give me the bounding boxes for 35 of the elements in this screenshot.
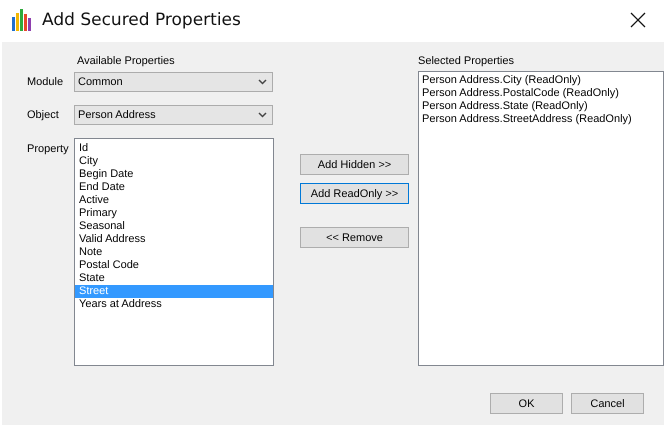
list-item[interactable]: Begin Date: [75, 168, 273, 181]
action-button[interactable]: Add ReadOnly >>: [300, 183, 409, 204]
list-item[interactable]: Years at Address: [75, 298, 273, 311]
list-item[interactable]: Person Address.StreetAddress (ReadOnly): [422, 113, 660, 126]
field-label: Object: [27, 109, 60, 121]
close-icon[interactable]: [630, 12, 646, 28]
selected-properties-list[interactable]: Person Address.City (ReadOnly) Person Address.PostalCode (ReadOnly) Person Address.State (ReadOnly) Person Address.StreetAddress (ReadOnly): [418, 71, 664, 366]
list-item[interactable]: Seasonal: [75, 220, 273, 233]
module-dropdown[interactable]: Common: [74, 72, 273, 92]
list-item[interactable]: End Date: [75, 181, 273, 194]
section-heading: Available Properties: [76, 55, 176, 68]
object-dropdown[interactable]: Person Address: [74, 105, 273, 125]
property-list[interactable]: Id City Begin Date End Date Active Primary Seasonal Valid Address Note Postal Code State Street Years at Address: [74, 138, 274, 366]
list-item[interactable]: Person Address.PostalCode (ReadOnly): [422, 87, 660, 100]
action-button[interactable]: << Remove: [300, 227, 409, 248]
cancel-button[interactable]: Cancel: [571, 393, 644, 414]
list-item[interactable]: Primary: [75, 207, 273, 220]
list-item[interactable]: Postal Code: [75, 259, 273, 272]
chevron-down-icon: [258, 112, 267, 118]
chevron-down-icon: [258, 79, 267, 85]
ok-button[interactable]: OK: [490, 393, 563, 414]
window-title: Add Secured Properties: [42, 10, 241, 30]
action-button[interactable]: Add Hidden >>: [300, 154, 409, 175]
list-item[interactable]: Id: [75, 142, 273, 155]
field-label: Property: [27, 143, 70, 155]
section-heading: Selected Properties: [418, 55, 515, 68]
list-item[interactable]: Person Address.City (ReadOnly): [422, 74, 660, 87]
list-item[interactable]: Valid Address: [75, 233, 273, 246]
list-item[interactable]: State: [75, 272, 273, 285]
field-label: Module: [27, 76, 64, 88]
list-item[interactable]: City: [75, 155, 273, 168]
list-item[interactable]: Active: [75, 194, 273, 207]
list-item[interactable]: Note: [75, 246, 273, 259]
bar-chart-icon: [11, 9, 33, 31]
list-item[interactable]: Person Address.State (ReadOnly): [422, 100, 660, 113]
